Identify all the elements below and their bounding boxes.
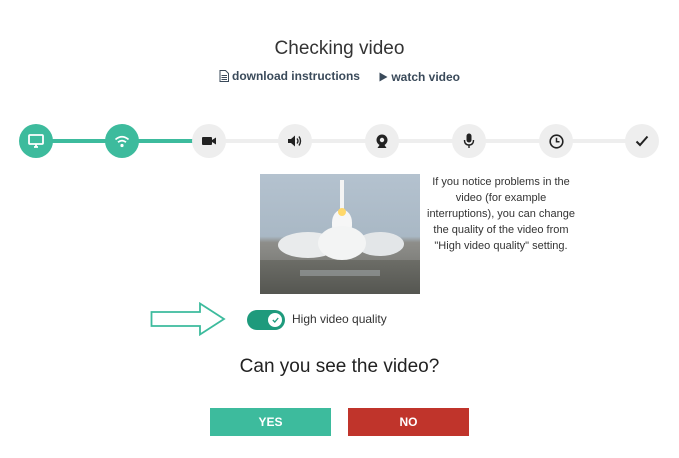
step-speaker [278,124,312,158]
yes-button[interactable]: YES [210,408,331,436]
watch-video-label: watch video [391,70,461,84]
play-icon [379,72,388,82]
step-finish [625,124,659,158]
check-icon [271,317,279,323]
high-quality-toggle[interactable] [247,310,285,330]
document-icon [219,70,229,82]
test-video[interactable] [260,174,420,294]
video-info-text: If you notice problems in the video (for… [427,176,575,252]
page-title: Checking video [274,38,405,59]
step-webcam [365,124,399,158]
checkmark-icon [635,135,649,147]
clock-icon [548,133,564,149]
header-links: download instructions watch video [0,69,679,85]
video-flame [338,208,346,216]
step-microphone [452,124,486,158]
video-smoke [318,226,366,260]
video-camera-icon [202,137,216,145]
microphone-icon [463,133,475,148]
toggle-knob [268,313,282,327]
download-instructions-link[interactable]: download instructions [219,69,360,83]
video-water [300,270,380,276]
step-monitor [19,124,53,158]
no-button[interactable]: NO [348,408,469,436]
step-video [192,124,226,158]
wifi-icon [114,135,130,148]
speaker-icon [288,135,302,147]
monitor-icon [28,134,44,148]
step-wifi [105,124,139,158]
video-ground [260,260,420,294]
step-clock [539,124,573,158]
video-rocket [340,180,344,210]
webcam-icon [376,134,388,148]
high-quality-label: High video quality [292,312,387,326]
arrow-right-icon [150,302,226,336]
download-instructions-label: download instructions [231,69,360,83]
question-text: Can you see the video? [239,356,440,377]
watch-video-link[interactable]: watch video [379,70,460,84]
